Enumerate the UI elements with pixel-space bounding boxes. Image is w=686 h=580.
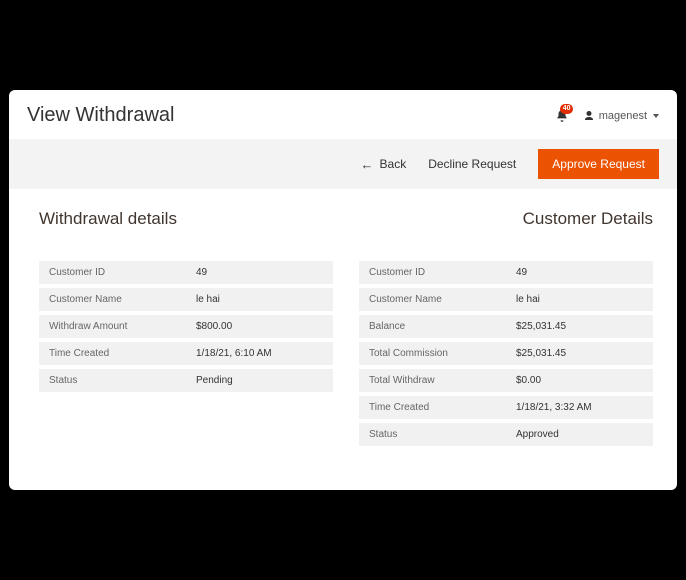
row-value: le hai [186,286,333,313]
row-label: Total Withdraw [359,367,506,394]
withdrawal-details-title: Withdrawal details [39,209,333,229]
action-bar: ← Back Decline Request Approve Request [9,139,677,189]
notification-badge: 40 [560,104,574,114]
withdrawal-details-section: Withdrawal details Customer ID49Customer… [39,209,333,396]
row-value: 49 [506,261,653,286]
back-label: Back [380,157,407,171]
notifications-button[interactable]: 40 [555,109,569,123]
table-row: Withdraw Amount$800.00 [39,313,333,340]
page-card: View Withdrawal 40 magenest ← Back Decli… [9,90,677,490]
table-row: Customer ID49 [39,261,333,286]
row-value: 1/18/21, 3:32 AM [506,394,653,421]
table-row: Time Created1/18/21, 6:10 AM [39,340,333,367]
page-title: View Withdrawal [27,104,174,127]
back-button[interactable]: ← Back [361,157,407,171]
chevron-down-icon [653,114,659,118]
table-row: Balance$25,031.45 [359,313,653,340]
row-value: le hai [506,286,653,313]
user-icon [583,110,595,122]
header-right: 40 magenest [555,109,659,123]
row-label: Total Commission [359,340,506,367]
row-label: Time Created [39,340,186,367]
row-value: $0.00 [506,367,653,394]
row-value: Pending [186,367,333,394]
row-label: Customer Name [359,286,506,313]
table-row: StatusPending [39,367,333,394]
withdrawal-details-table: Customer ID49Customer Namele haiWithdraw… [39,261,333,396]
row-value: Approved [506,421,653,448]
row-label: Time Created [359,394,506,421]
table-row: Customer Namele hai [39,286,333,313]
arrow-left-icon: ← [361,158,374,171]
table-row: Total Withdraw$0.00 [359,367,653,394]
customer-details-title: Customer Details [359,209,653,229]
row-label: Balance [359,313,506,340]
content: Withdrawal details Customer ID49Customer… [9,189,677,490]
table-row: Customer ID49 [359,261,653,286]
customer-details-table: Customer ID49Customer Namele haiBalance$… [359,261,653,450]
approve-request-button[interactable]: Approve Request [538,149,659,179]
table-row: Customer Namele hai [359,286,653,313]
decline-request-button[interactable]: Decline Request [428,157,516,171]
row-value: $25,031.45 [506,340,653,367]
table-row: Time Created1/18/21, 3:32 AM [359,394,653,421]
row-label: Customer Name [39,286,186,313]
row-label: Withdraw Amount [39,313,186,340]
row-value: $25,031.45 [506,313,653,340]
row-label: Customer ID [359,261,506,286]
user-name: magenest [599,110,647,122]
user-menu[interactable]: magenest [583,110,659,122]
row-label: Status [359,421,506,448]
row-value: 1/18/21, 6:10 AM [186,340,333,367]
table-row: Total Commission$25,031.45 [359,340,653,367]
table-row: StatusApproved [359,421,653,448]
customer-details-section: Customer Details Customer ID49Customer N… [359,209,653,450]
row-value: $800.00 [186,313,333,340]
columns: Withdrawal details Customer ID49Customer… [39,209,653,450]
row-label: Customer ID [39,261,186,286]
row-value: 49 [186,261,333,286]
page-header: View Withdrawal 40 magenest [9,90,677,139]
row-label: Status [39,367,186,394]
